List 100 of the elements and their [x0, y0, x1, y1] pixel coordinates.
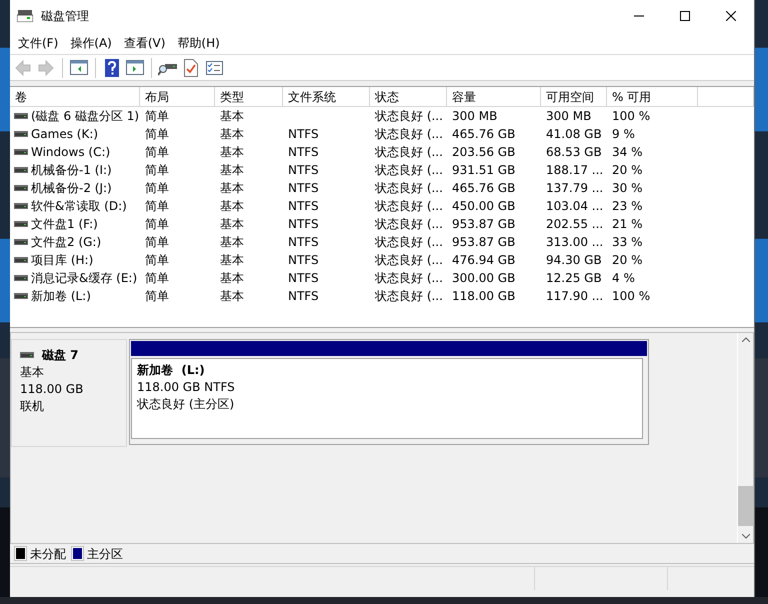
vertical-scrollbar[interactable]	[737, 333, 753, 543]
table-cell: 简单	[145, 127, 169, 141]
table-cell: 931.51 GB	[452, 163, 516, 177]
table-cell: 12.25 GB	[546, 271, 602, 285]
table-cell: 基本	[220, 145, 244, 159]
table-cell-text: 新加卷 (L:)	[31, 288, 91, 305]
disk-status: 联机	[20, 398, 45, 415]
table-cell: 简单	[145, 145, 169, 159]
legend-label: 主分区	[87, 546, 123, 562]
table-cell: 状态良好 (...	[375, 127, 443, 141]
table-cell: 23 %	[612, 199, 642, 213]
table-cell: 基本	[220, 181, 244, 195]
table-cell: 20 %	[612, 163, 642, 177]
drive-icon	[14, 257, 28, 263]
table-cell: 简单	[145, 235, 169, 249]
table-cell: 状态良好 (...	[375, 217, 443, 231]
table-cell-text: 文件盘2 (G:)	[31, 234, 102, 251]
table-cell: 30 %	[612, 181, 642, 195]
table-cell: 4 %	[612, 271, 635, 285]
close-icon	[726, 11, 736, 21]
table-cell: NTFS	[288, 199, 319, 213]
column-header[interactable]: 容量	[447, 87, 541, 107]
drive-icon	[14, 149, 28, 155]
scroll-down-icon[interactable]	[742, 534, 750, 539]
table-cell: 基本	[220, 253, 244, 267]
table-cell: 34 %	[612, 145, 642, 159]
table-cell: 简单	[145, 289, 169, 303]
table-cell: 100 %	[612, 289, 650, 303]
disk-info-panel[interactable]: 磁盘 7 基本 118.00 GB 联机	[11, 339, 127, 447]
table-cell: 300.00 GB	[452, 271, 516, 285]
table-cell: 基本	[220, 163, 244, 177]
drive-icon	[14, 221, 28, 227]
table-cell: 202.55 ...	[546, 217, 604, 231]
column-header[interactable]: 可用空间	[541, 87, 607, 107]
table-cell: 203.56 GB	[452, 145, 516, 159]
table-cell: NTFS	[288, 289, 319, 303]
table-cell: 简单	[145, 163, 169, 177]
table-cell: 基本	[220, 271, 244, 285]
table-cell: NTFS	[288, 217, 319, 231]
column-header[interactable]: 类型	[215, 87, 283, 107]
table-cell: NTFS	[288, 127, 319, 141]
table-cell: 基本	[220, 235, 244, 249]
table-cell: NTFS	[288, 181, 319, 195]
table-cell: 465.76 GB	[452, 127, 516, 141]
column-header[interactable]: 布局	[140, 87, 215, 107]
table-cell: NTFS	[288, 271, 319, 285]
scrollbar-thumb[interactable]	[738, 486, 753, 526]
table-cell: 94.30 GB	[546, 253, 602, 267]
partition-block[interactable]: 新加卷 (L:) 118.00 GB NTFS 状态良好 (主分区)	[129, 339, 649, 445]
table-cell: 状态良好 (...	[375, 163, 443, 177]
table-cell: 953.87 GB	[452, 235, 516, 249]
table-cell: 100 %	[612, 109, 650, 123]
table-cell: NTFS	[288, 253, 319, 267]
table-cell: 基本	[220, 199, 244, 213]
menu-item[interactable]: 文件(F)	[12, 32, 64, 54]
table-cell: 9 %	[612, 127, 635, 141]
table-cell: NTFS	[288, 145, 319, 159]
table-cell: 简单	[145, 199, 169, 213]
partition-status: 状态良好 (主分区)	[137, 396, 236, 413]
table-cell: 103.04 ...	[546, 199, 604, 213]
table-cell: 简单	[145, 217, 169, 231]
drive-icon	[14, 275, 28, 281]
table-cell: 20 %	[612, 253, 642, 267]
column-header[interactable]: 卷	[10, 87, 140, 107]
table-cell: NTFS	[288, 235, 319, 249]
drive-icon	[14, 113, 28, 119]
table-cell: 313.00 ...	[546, 235, 604, 249]
table-cell: 118.00 GB	[452, 289, 516, 303]
table-cell: 状态良好 (...	[375, 145, 443, 159]
disk-name: 磁盘 7	[42, 347, 79, 364]
drive-icon	[20, 352, 34, 358]
table-cell: 状态良好 (...	[375, 181, 443, 195]
table-cell-text: 机械备份-1 (I:)	[31, 162, 112, 179]
drive-icon	[14, 293, 28, 299]
table-cell-text: (磁盘 6 磁盘分区 1)	[31, 108, 140, 125]
table-cell: 21 %	[612, 217, 642, 231]
column-header[interactable]: % 可用	[607, 87, 698, 107]
disk-type: 基本	[20, 364, 45, 381]
table-cell: NTFS	[288, 163, 319, 177]
drive-icon	[14, 203, 28, 209]
menu-item[interactable]: 帮助(H)	[171, 32, 226, 54]
scroll-up-icon[interactable]	[742, 337, 750, 342]
table-cell: 117.90 ...	[546, 289, 604, 303]
disk-size: 118.00 GB	[20, 381, 84, 398]
table-cell: 300 MB	[452, 109, 498, 123]
column-header[interactable]: 文件系统	[283, 87, 370, 107]
table-cell-text: Windows (C:)	[31, 144, 110, 161]
table-cell-text: 消息记录&缓存 (E:)	[31, 270, 138, 287]
window-title: 磁盘管理	[41, 8, 89, 25]
partition-name: 新加卷 (L:)	[137, 362, 206, 379]
menu-item[interactable]: 查看(V)	[118, 32, 172, 54]
table-cell: 465.76 GB	[452, 181, 516, 195]
menu-item[interactable]: 操作(A)	[64, 32, 118, 54]
table-cell: 状态良好 (...	[375, 109, 443, 123]
table-cell-text: 项目库 (H:)	[31, 252, 94, 269]
table-cell: 简单	[145, 109, 169, 123]
table-cell: 476.94 GB	[452, 253, 516, 267]
table-cell: 状态良好 (...	[375, 235, 443, 249]
column-header[interactable]: 状态	[370, 87, 447, 107]
table-cell: 状态良好 (...	[375, 289, 443, 303]
